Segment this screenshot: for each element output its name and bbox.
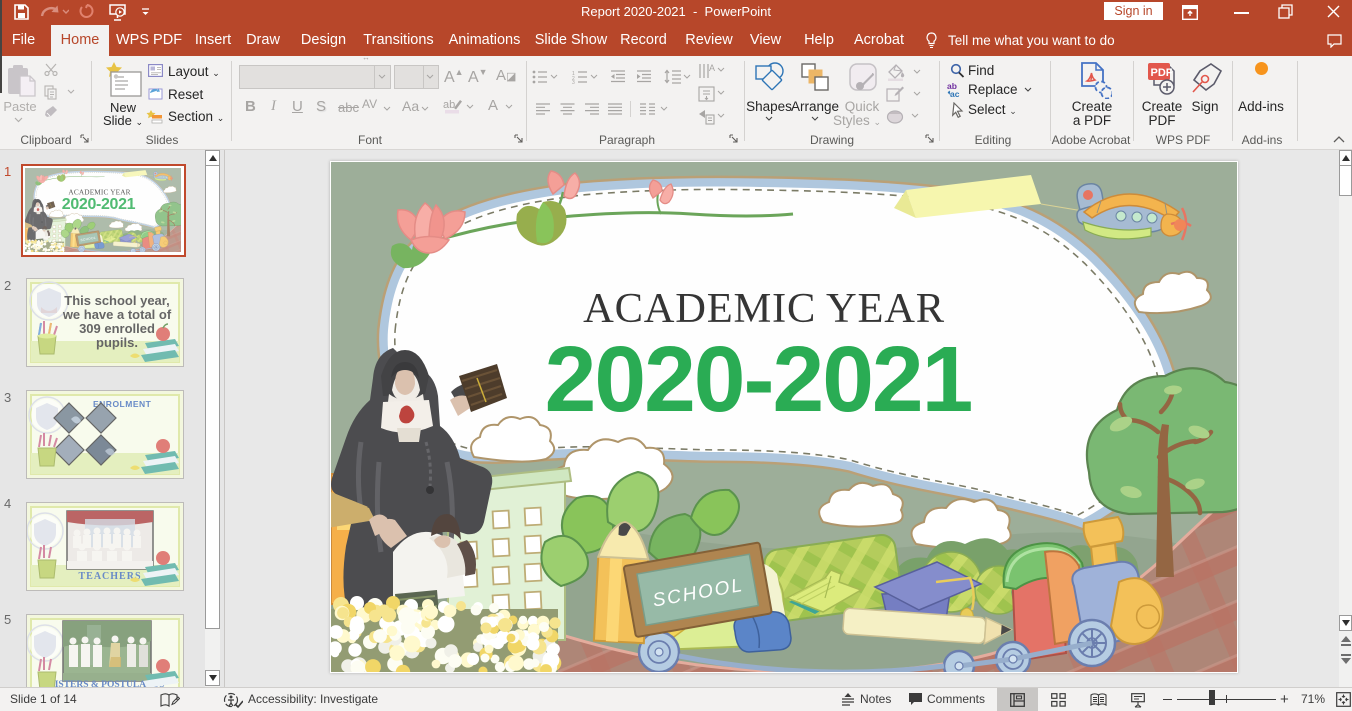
svg-text:PDF: PDF: [1151, 67, 1173, 79]
svg-text:ac: ac: [950, 89, 960, 97]
svg-text:ab: ab: [443, 99, 455, 111]
svg-text:3: 3: [572, 80, 575, 84]
svg-text:A: A: [709, 63, 715, 73]
